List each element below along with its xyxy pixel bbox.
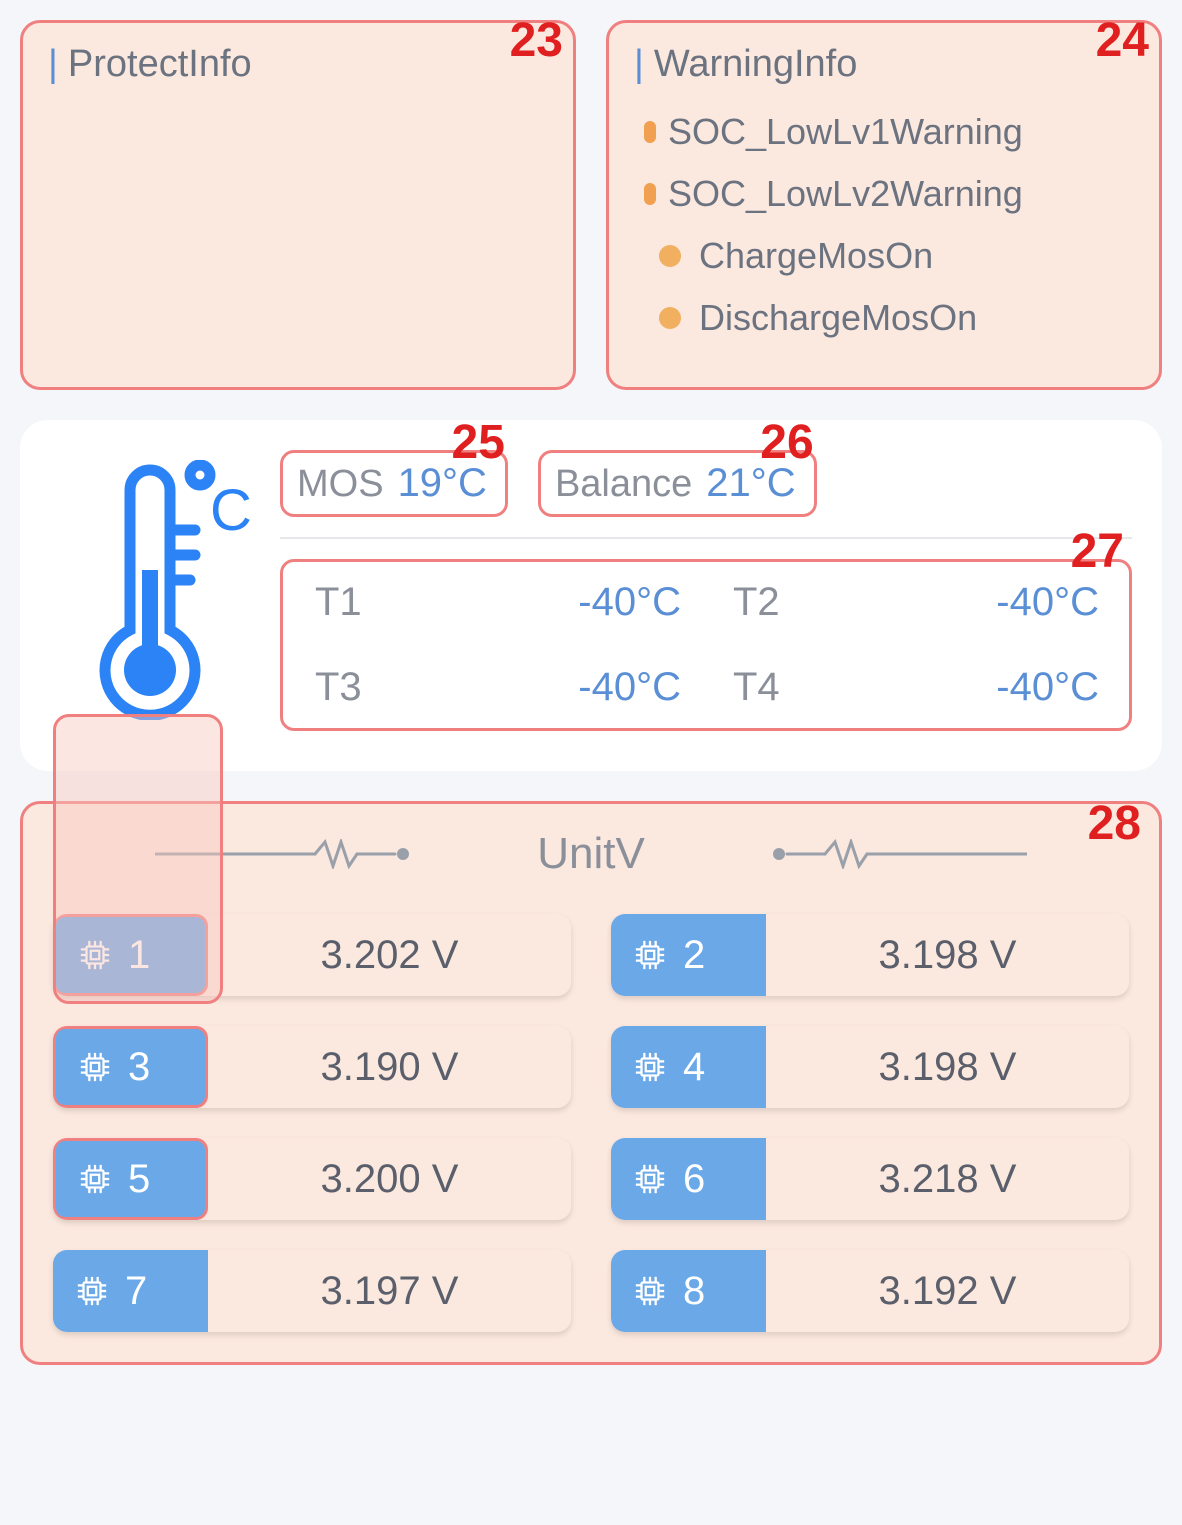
cell-number: 2 [683, 933, 705, 978]
t3-label: T3 [303, 665, 374, 710]
cell-voltage: 3.200 V [208, 1138, 571, 1220]
chip-icon [633, 938, 667, 972]
wave-left-icon [53, 839, 517, 869]
cell-badge: 5 [53, 1138, 208, 1220]
cell-row: 6 3.218 V [611, 1138, 1129, 1220]
balance-label: Balance [555, 463, 692, 506]
t1-value: -40°C [404, 580, 691, 625]
cell-voltage: 3.198 V [766, 914, 1129, 996]
cells-grid: 1 3.202 V 2 3.198 V 3 3.190 V 4 3.198 V [53, 914, 1129, 1332]
protect-info-card: 23 ProtectInfo [20, 20, 576, 390]
warning-label: DischargeMosOn [699, 297, 977, 339]
warning-item: SOC_LowLv2Warning [634, 173, 1134, 215]
t4-value: -40°C [822, 665, 1109, 710]
wave-right-icon [665, 839, 1129, 869]
cell-number: 5 [128, 1157, 150, 1202]
cell-badge: 1 [53, 914, 208, 996]
unitv-header: UnitV [53, 829, 1129, 879]
badge-27: 27 [1071, 524, 1124, 579]
cell-row: 1 3.202 V [53, 914, 571, 996]
t4-label: T4 [721, 665, 792, 710]
mos-label: MOS [297, 463, 384, 506]
badge-24: 24 [1096, 13, 1149, 68]
warning-item: SOC_LowLv1Warning [634, 111, 1134, 153]
info-row: 23 ProtectInfo 24 WarningInfo SOC_LowLv1… [20, 20, 1162, 390]
cell-badge: 3 [53, 1026, 208, 1108]
bullet-icon [644, 121, 656, 143]
cell-number: 6 [683, 1157, 705, 1202]
cell-voltage: 3.202 V [208, 914, 571, 996]
cell-voltage: 3.192 V [766, 1250, 1129, 1332]
badge-23: 23 [510, 13, 563, 68]
cell-row: 4 3.198 V [611, 1026, 1129, 1108]
cell-badge: 4 [611, 1026, 766, 1108]
badge-28: 28 [1088, 796, 1141, 851]
cell-number: 7 [125, 1269, 147, 1314]
warning-item: DischargeMosOn [634, 297, 1134, 339]
cell-badge: 8 [611, 1250, 766, 1332]
chip-icon [633, 1050, 667, 1084]
cell-voltage: 3.218 V [766, 1138, 1129, 1220]
cell-number: 8 [683, 1269, 705, 1314]
bullet-icon [659, 307, 681, 329]
balance-temp-box: 26 Balance 21°C [538, 450, 817, 517]
badge-26: 26 [760, 415, 813, 470]
cell-row: 5 3.200 V [53, 1138, 571, 1220]
cell-row: 3 3.190 V [53, 1026, 571, 1108]
t2-value: -40°C [822, 580, 1109, 625]
bullet-icon [644, 183, 656, 205]
temperature-content: 25 MOS 19°C 26 Balance 21°C 27 T1 -40°C … [280, 450, 1132, 731]
cell-number: 1 [128, 933, 150, 978]
cell-badge: 6 [611, 1138, 766, 1220]
cell-number: 4 [683, 1045, 705, 1090]
warning-item: ChargeMosOn [634, 235, 1134, 277]
warning-label: SOC_LowLv1Warning [668, 111, 1023, 153]
cell-badge: 7 [53, 1250, 208, 1332]
cell-row: 8 3.192 V [611, 1250, 1129, 1332]
cell-row: 2 3.198 V [611, 914, 1129, 996]
chip-icon [633, 1162, 667, 1196]
t3-value: -40°C [404, 665, 691, 710]
temperature-card: C 25 MOS 19°C 26 Balance 21°C 27 T1 -40°… [20, 420, 1162, 771]
cell-number: 3 [128, 1045, 150, 1090]
unitv-card: 2 8 UnitV 1 3.202 V 2 3.198 V [20, 801, 1162, 1365]
t1-label: T1 [303, 580, 374, 625]
warning-label: ChargeMosOn [699, 235, 933, 277]
thermometer-icon: C [50, 460, 250, 720]
mos-temp-box: 25 MOS 19°C [280, 450, 508, 517]
protect-info-title: ProtectInfo [48, 43, 548, 86]
warning-info-card: 24 WarningInfo SOC_LowLv1Warning SOC_Low… [606, 20, 1162, 390]
cell-voltage: 3.198 V [766, 1026, 1129, 1108]
temperature-top-row: 25 MOS 19°C 26 Balance 21°C [280, 450, 1132, 539]
chip-icon [78, 1162, 112, 1196]
temperature-grid: T1 -40°C T2 -40°C T3 -40°C T4 -40°C [303, 580, 1109, 710]
cell-voltage: 3.190 V [208, 1026, 571, 1108]
chip-icon [75, 1274, 109, 1308]
chip-icon [78, 1050, 112, 1084]
chip-icon [78, 938, 112, 972]
cell-voltage: 3.197 V [208, 1250, 571, 1332]
svg-text:C: C [210, 478, 250, 543]
t2-label: T2 [721, 580, 792, 625]
temperature-grid-box: 27 T1 -40°C T2 -40°C T3 -40°C T4 -40°C [280, 559, 1132, 731]
unitv-title: UnitV [537, 829, 645, 879]
bullet-icon [659, 245, 681, 267]
warning-label: SOC_LowLv2Warning [668, 173, 1023, 215]
chip-icon [633, 1274, 667, 1308]
cell-badge: 2 [611, 914, 766, 996]
cell-row: 7 3.197 V [53, 1250, 571, 1332]
warning-info-title: WarningInfo [634, 43, 1134, 86]
badge-25: 25 [452, 415, 505, 470]
